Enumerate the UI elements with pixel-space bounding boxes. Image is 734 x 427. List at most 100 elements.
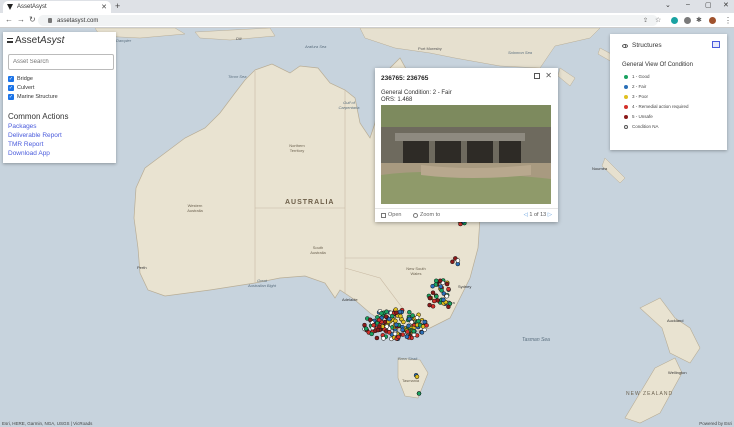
legend-item: 4 - Remedial action required: [624, 104, 689, 109]
legend-item: 3 - Poor: [624, 94, 648, 99]
popup-footer: Open Zoom to ◁ 1 of 13 ▷: [375, 208, 558, 222]
condition-dot-icon: [624, 124, 628, 129]
layer-toggle-culvert[interactable]: ✓ Culvert: [8, 85, 34, 91]
legend-item: 1 - Good: [624, 74, 650, 79]
common-actions-title: Common Actions: [8, 112, 69, 121]
map-label-gulf: Gulf of Carpentaria: [338, 100, 360, 110]
asset-asyst-favicon-icon: [7, 4, 13, 10]
brand-prefix: Asset: [15, 35, 41, 46]
browser-menu-icon[interactable]: ⋮: [724, 16, 732, 25]
address-bar: ← → ↻ assetasyst.com ⇪ ☆ ✱ ⋮: [0, 13, 734, 28]
powered-by-esri[interactable]: Powered by Esri: [699, 421, 732, 426]
tab-close-icon[interactable]: ✕: [101, 3, 107, 11]
action-deliverable-report-link[interactable]: Deliverable Report: [8, 132, 62, 139]
popup-open-button[interactable]: Open: [381, 212, 401, 218]
lock-icon: [48, 18, 52, 23]
structure-photo[interactable]: [381, 105, 551, 204]
maximize-icon[interactable]: [534, 73, 540, 79]
layer-toggle-bridge[interactable]: ✓ Bridge: [8, 76, 33, 82]
bookmark-star-icon[interactable]: ☆: [655, 16, 661, 24]
condition-dot-icon: [624, 114, 628, 119]
minimize-icon[interactable]: –: [686, 1, 690, 8]
legend-item-label: 4 - Remedial action required: [632, 104, 689, 109]
condition-dot-icon: [624, 104, 628, 109]
map-label-australia: AUSTRALIA: [285, 199, 335, 206]
legend-item-label: 1 - Good: [632, 74, 650, 79]
map-label-noumea: Nouméa: [592, 166, 608, 171]
zoom-label: Zoom to: [420, 212, 441, 218]
pager-text: 1 of 13: [529, 212, 547, 218]
legend-item: Condition NA: [624, 124, 659, 129]
map-label-tasman: Tasman Sea: [522, 337, 550, 343]
legend-panel: Structures General View Of Condition 1 -…: [610, 34, 727, 150]
map-label-bass: Bass Strait: [398, 356, 418, 361]
open-icon: [381, 212, 386, 218]
layer-toggle-marine[interactable]: ✓ Marine Structure: [8, 94, 58, 100]
side-panel: AssetAsyst ✓ Bridge ✓ Culvert ✓ Marine S…: [3, 32, 116, 163]
condition-dot-icon: [624, 94, 628, 99]
action-tmr-report-link[interactable]: TMR Report: [8, 141, 43, 148]
asset-search-input[interactable]: [8, 54, 114, 70]
map-label-solomon: Solomon Sea: [508, 50, 533, 55]
map-label-new-zealand: NEW ZEALAND: [626, 391, 674, 397]
next-feature-icon[interactable]: ▷: [548, 212, 552, 218]
window-close-icon[interactable]: ✕: [723, 1, 729, 9]
popup-close-icon[interactable]: ✕: [545, 71, 552, 80]
map-label-adelaide: Adelaide: [342, 297, 358, 302]
reload-icon[interactable]: ↻: [29, 15, 36, 24]
condition-dot-icon: [624, 84, 628, 89]
popup-ors: ORS: 1.468: [381, 97, 413, 103]
legend-item-label: 3 - Poor: [632, 94, 649, 99]
extensions-puzzle-icon[interactable]: ✱: [696, 16, 702, 24]
layer-label: Marine Structure: [17, 94, 58, 100]
map-label-sydney: Sydney: [458, 284, 472, 289]
map-label-tasmania: Tasmania: [402, 378, 420, 383]
map-label-south-australia: South Australia: [310, 245, 326, 255]
map-label-dampier: Dampier: [116, 38, 132, 43]
popup-title: 236765: 236765: [381, 75, 429, 82]
restore-icon[interactable]: ▢: [705, 1, 712, 9]
popup-zoom-button[interactable]: Zoom to: [413, 212, 440, 218]
map-attribution[interactable]: Esri, HERE, Garmin, NGA, USGS | VicRoads: [2, 421, 92, 426]
action-download-app-link[interactable]: Download App: [8, 150, 50, 157]
eye-icon[interactable]: [622, 43, 628, 48]
hamburger-menu-icon[interactable]: [7, 38, 13, 43]
new-tab-icon[interactable]: +: [115, 1, 120, 11]
map-label-great-bight: Great Australian Bight: [248, 278, 277, 288]
share-icon[interactable]: ⇪: [643, 17, 648, 24]
legend-list-icon[interactable]: [712, 41, 720, 48]
action-packages-link[interactable]: Packages: [8, 123, 37, 130]
map-label-perth: Perth: [137, 265, 147, 270]
map-label-dili: Dili: [236, 36, 242, 41]
brand-suffix: Asyst: [40, 35, 65, 46]
map-label-port-moresby: Port Moresby: [418, 46, 442, 51]
map-label-nsw: New South Wales: [406, 266, 426, 276]
forward-icon[interactable]: →: [17, 15, 25, 24]
tab-search-chevron-icon[interactable]: ⌄: [665, 1, 671, 9]
layer-label: Culvert: [17, 85, 35, 91]
back-icon[interactable]: ←: [5, 15, 13, 24]
url-field[interactable]: assetasyst.com: [38, 15, 658, 26]
checkbox-checked-icon[interactable]: ✓: [8, 85, 14, 91]
map-label-northern-territory: Northern Territory: [289, 143, 305, 153]
previous-feature-icon[interactable]: ◁: [524, 212, 528, 218]
popup-condition: General Condition: 2 - Fair: [381, 90, 452, 96]
checkbox-checked-icon[interactable]: ✓: [8, 76, 14, 82]
map-label-canberra: Canberra: [438, 300, 455, 305]
checkbox-checked-icon[interactable]: ✓: [8, 94, 14, 100]
map-label-western-australia: Western Australia: [187, 203, 203, 213]
browser-tab[interactable]: AssetAsyst ✕: [3, 1, 111, 13]
map-label-timor: Timor Sea: [228, 74, 247, 79]
legend-title: Structures: [632, 42, 662, 49]
app-header: Asset Asyst: [7, 35, 64, 46]
profile-avatar-icon[interactable]: [709, 17, 716, 24]
layer-label: Bridge: [17, 76, 33, 82]
map-label-auckland: Auckland: [667, 318, 684, 323]
browser-tabbar: AssetAsyst ✕ + ⌄ – ▢ ✕: [0, 0, 734, 13]
legend-item-label: 2 - Fair: [632, 84, 647, 89]
tab-title: AssetAsyst: [17, 4, 47, 10]
condition-dot-icon: [624, 74, 628, 79]
map-label-arafura: Arafura Sea: [305, 44, 327, 49]
extension-icon[interactable]: [671, 17, 678, 24]
extension-icon[interactable]: [684, 17, 691, 24]
